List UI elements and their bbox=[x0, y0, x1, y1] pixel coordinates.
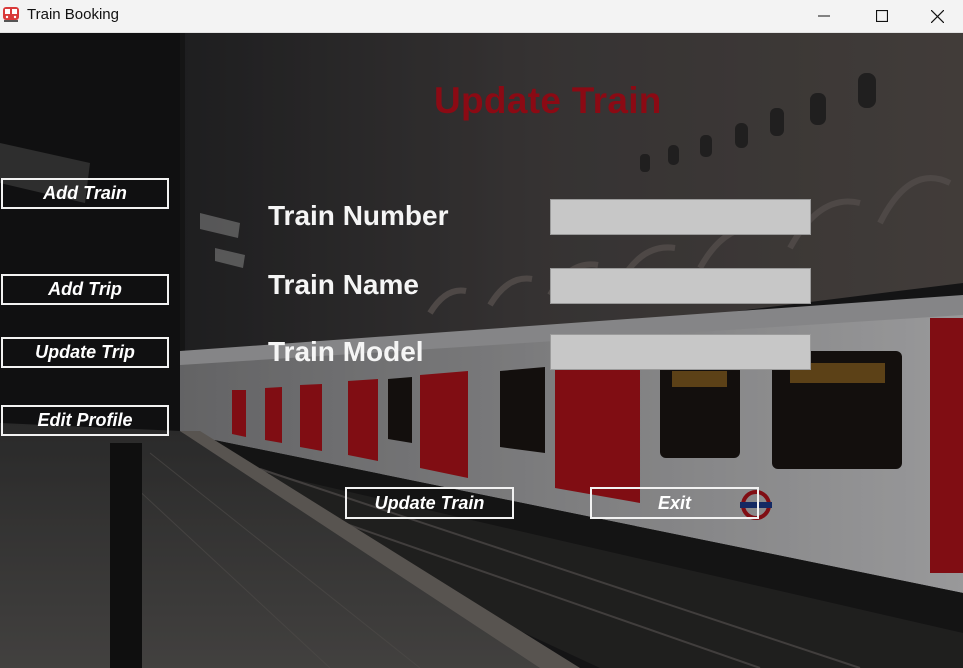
add-trip-button[interactable]: Add Trip bbox=[1, 274, 169, 305]
minimize-icon[interactable] bbox=[795, 0, 853, 32]
train-number-input[interactable] bbox=[550, 199, 811, 235]
update-trip-button[interactable]: Update Trip bbox=[1, 337, 169, 368]
add-train-button[interactable]: Add Train bbox=[1, 178, 169, 209]
page-title: Update Train bbox=[434, 80, 662, 121]
train-name-label: Train Name bbox=[268, 269, 419, 300]
close-icon[interactable] bbox=[911, 0, 963, 32]
train-model-label: Train Model bbox=[268, 336, 424, 367]
title-bar: Train Booking bbox=[0, 0, 963, 33]
train-number-label: Train Number bbox=[268, 200, 449, 231]
train-icon bbox=[2, 6, 20, 24]
edit-profile-button[interactable]: Edit Profile bbox=[1, 405, 169, 436]
window-title: Train Booking bbox=[27, 6, 119, 23]
maximize-icon[interactable] bbox=[853, 0, 911, 32]
train-model-input[interactable] bbox=[550, 334, 811, 370]
update-train-button[interactable]: Update Train bbox=[345, 487, 514, 519]
exit-button[interactable]: Exit bbox=[590, 487, 759, 519]
train-name-input[interactable] bbox=[550, 268, 811, 304]
